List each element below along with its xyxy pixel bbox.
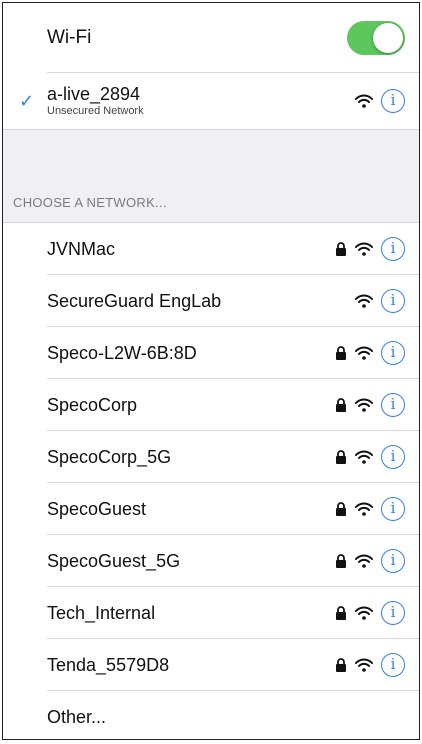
info-icon[interactable]: i	[381, 237, 405, 261]
connected-network-status: Unsecured Network	[47, 105, 144, 117]
wifi-signal-icon	[355, 502, 373, 516]
wifi-toggle-switch[interactable]	[347, 21, 405, 55]
lock-icon	[336, 450, 346, 464]
info-icon[interactable]: i	[381, 549, 405, 573]
connected-network-icons: i	[355, 89, 405, 113]
connected-network-text: a-live_2894 Unsecured Network	[47, 84, 355, 118]
lock-icon	[336, 502, 346, 516]
wifi-signal-icon	[355, 242, 373, 256]
wifi-toggle-row: Wi-Fi	[3, 3, 419, 73]
network-list: JVNMac i SecureGuard EngLab i Speco-L2W-6B:8…	[3, 223, 419, 691]
lock-icon	[336, 242, 346, 256]
wifi-signal-icon	[355, 398, 373, 412]
network-row[interactable]: SpecoGuest i	[3, 483, 419, 535]
network-icons: i	[335, 601, 405, 625]
wifi-signal-icon	[355, 294, 373, 308]
choose-network-header: CHOOSE A NETWORK...	[13, 195, 167, 210]
network-name: SpecoCorp_5G	[47, 446, 172, 467]
lock-placeholder	[335, 293, 347, 309]
lock-icon	[336, 606, 346, 620]
network-row[interactable]: SpecoCorp_5G i	[3, 431, 419, 483]
wifi-signal-icon	[355, 658, 373, 672]
connected-network-row[interactable]: ✓ a-live_2894 Unsecured Network i	[3, 73, 419, 129]
network-icons: i	[335, 445, 405, 469]
info-icon[interactable]: i	[381, 601, 405, 625]
info-icon[interactable]: i	[381, 445, 405, 469]
info-icon[interactable]: i	[381, 497, 405, 521]
wifi-signal-icon	[355, 346, 373, 360]
info-icon[interactable]: i	[381, 653, 405, 677]
toggle-knob	[373, 23, 403, 53]
wifi-signal-icon	[355, 606, 373, 620]
network-icons: i	[335, 393, 405, 417]
network-row[interactable]: JVNMac i	[3, 223, 419, 275]
info-icon[interactable]: i	[381, 289, 405, 313]
network-name: SecureGuard EngLab	[47, 290, 222, 311]
info-icon[interactable]: i	[381, 393, 405, 417]
wifi-signal-icon	[355, 554, 373, 568]
wifi-signal-icon	[355, 94, 373, 108]
network-icons: i	[335, 653, 405, 677]
network-row[interactable]: Speco-L2W-6B:8D i	[3, 327, 419, 379]
network-icons: i	[335, 497, 405, 521]
network-row[interactable]: SpecoCorp i	[3, 379, 419, 431]
network-name: SpecoCorp	[47, 394, 138, 415]
network-icons: i	[335, 549, 405, 573]
lock-icon	[336, 398, 346, 412]
connected-network-name: a-live_2894	[47, 84, 141, 104]
lock-icon	[336, 554, 346, 568]
wifi-label: Wi-Fi	[47, 27, 92, 48]
info-icon[interactable]: i	[381, 89, 405, 113]
network-name: SpecoGuest_5G	[47, 550, 181, 571]
lock-icon	[336, 658, 346, 672]
wifi-signal-icon	[355, 450, 373, 464]
network-icons: i	[335, 237, 405, 261]
wifi-settings-screen: Wi-Fi ✓ a-live_2894 Unsecured Network i …	[2, 2, 420, 740]
other-network-row[interactable]: Other...	[3, 691, 419, 739]
network-row[interactable]: SecureGuard EngLab i	[3, 275, 419, 327]
network-name: Speco-L2W-6B:8D	[47, 342, 197, 363]
info-icon[interactable]: i	[381, 341, 405, 365]
network-icons: i	[335, 341, 405, 365]
network-row[interactable]: Tenda_5579D8 i	[3, 639, 419, 691]
section-spacer: CHOOSE A NETWORK...	[3, 129, 419, 223]
network-name: Tech_Internal	[47, 602, 156, 623]
network-row[interactable]: Tech_Internal i	[3, 587, 419, 639]
network-icons: i	[335, 289, 405, 313]
network-name: SpecoGuest	[47, 498, 147, 519]
network-name: JVNMac	[47, 238, 116, 259]
other-network-label: Other...	[47, 706, 107, 727]
network-row[interactable]: SpecoGuest_5G i	[3, 535, 419, 587]
lock-icon	[336, 346, 346, 360]
network-name: Tenda_5579D8	[47, 654, 170, 675]
checkmark-icon: ✓	[19, 91, 35, 111]
